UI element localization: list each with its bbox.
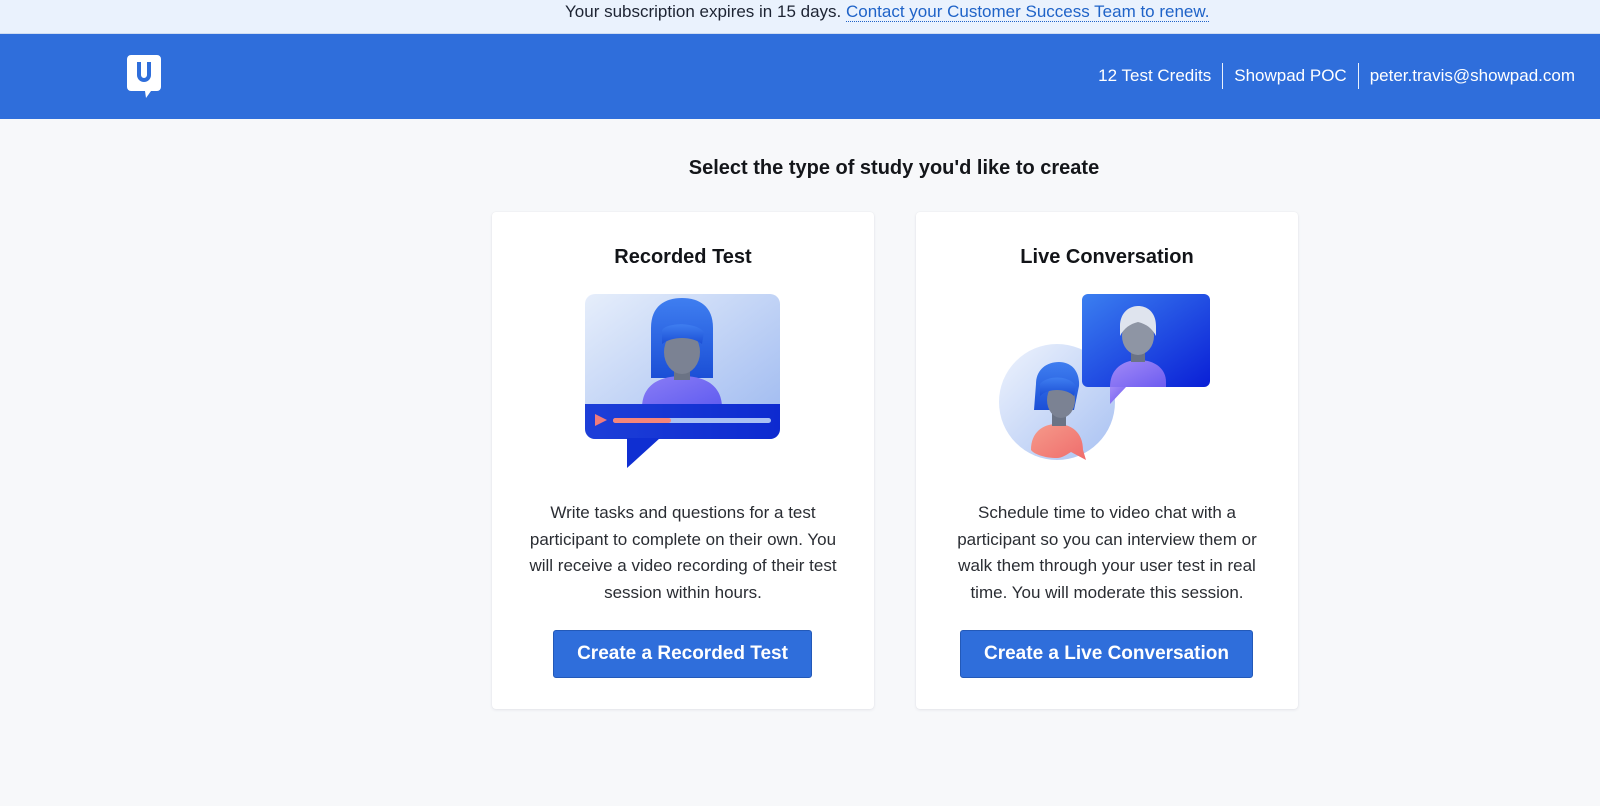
top-header: 12 Test Credits Showpad POC peter.travis… <box>0 34 1600 119</box>
user-email-menu[interactable]: peter.travis@showpad.com <box>1359 62 1586 90</box>
create-live-conversation-button[interactable]: Create a Live Conversation <box>960 630 1253 678</box>
card-title: Live Conversation <box>1020 246 1194 268</box>
card-description: Write tasks and questions for a test par… <box>529 503 837 602</box>
test-credits[interactable]: 12 Test Credits <box>1087 62 1222 90</box>
renew-link[interactable]: Contact your Customer Success Team to re… <box>845 2 1210 22</box>
card-description: Schedule time to video chat with a parti… <box>957 503 1257 602</box>
subscription-notice-bar: Your subscription expires in 15 days. Co… <box>0 0 1600 34</box>
live-chat-illustration <box>999 294 1210 460</box>
recorded-test-card: Recorded Test Write tasks and questions … <box>492 212 874 709</box>
usertesting-logo-icon[interactable] <box>127 55 165 101</box>
create-recorded-test-button[interactable]: Create a Recorded Test <box>553 630 812 678</box>
recorded-video-illustration <box>585 294 780 468</box>
nav-divider <box>1222 63 1224 89</box>
live-conversation-card: Live Conversation Schedule time to video… <box>916 212 1298 709</box>
nav-divider <box>1357 63 1359 89</box>
notice-text: Your subscription expires in 15 days. <box>565 2 842 21</box>
page-title: Select the type of study you'd like to c… <box>688 157 1100 179</box>
card-title: Recorded Test <box>614 246 752 268</box>
account-nav: 12 Test Credits Showpad POC peter.travis… <box>1087 62 1586 90</box>
account-name[interactable]: Showpad POC <box>1223 62 1357 90</box>
